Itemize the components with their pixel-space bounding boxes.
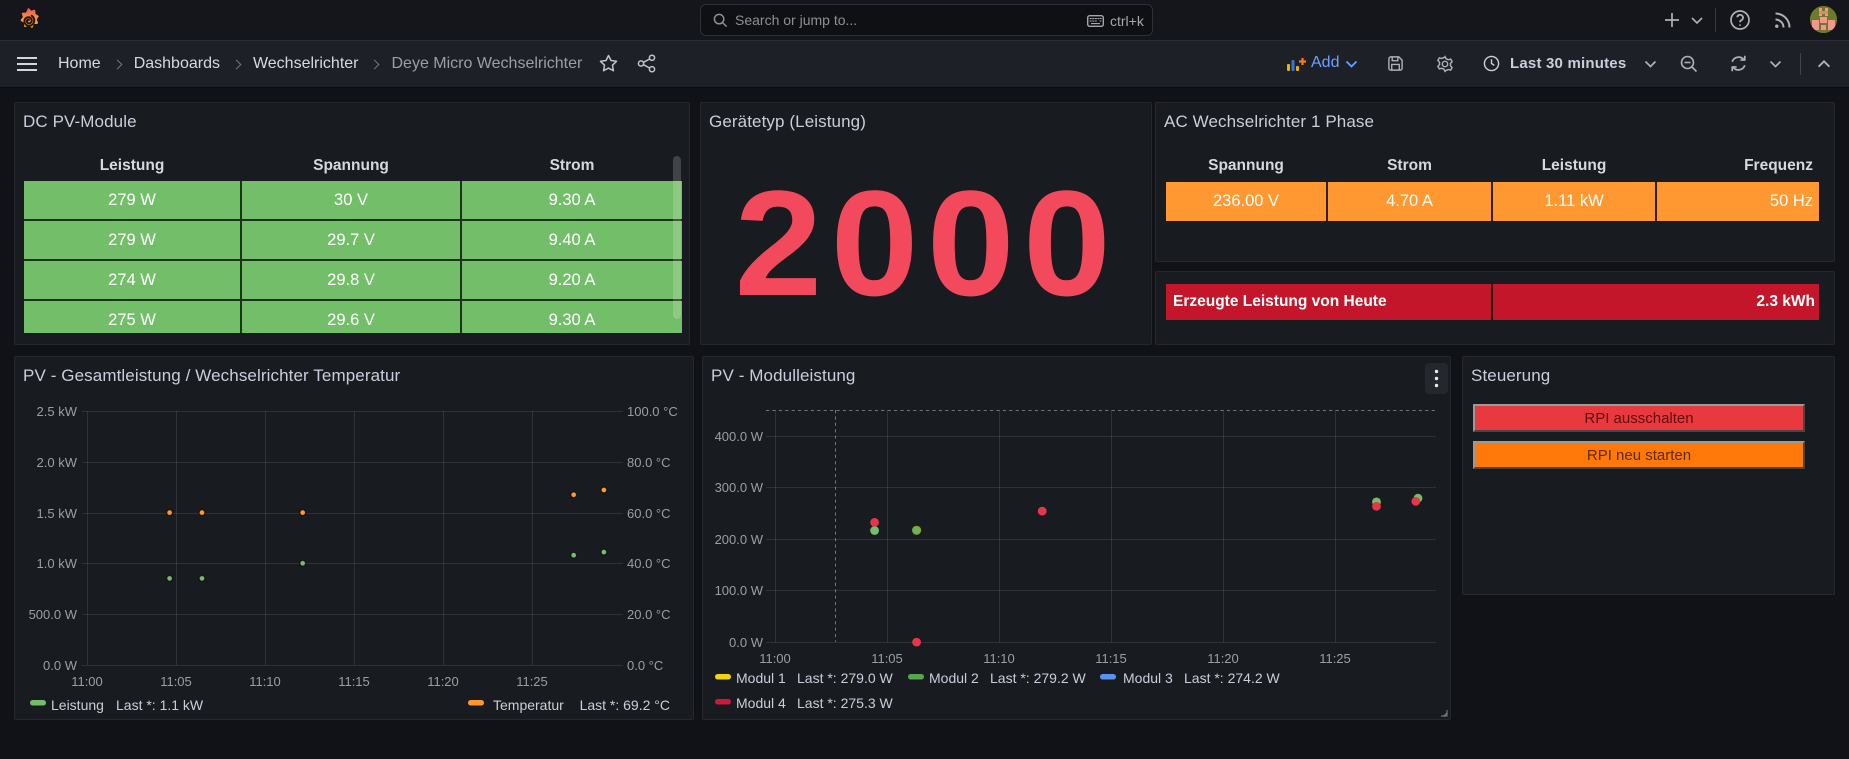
svg-text:0.0 W: 0.0 W bbox=[729, 635, 764, 650]
svg-text:100.0 °C: 100.0 °C bbox=[627, 404, 678, 419]
svg-text:11:00: 11:00 bbox=[759, 651, 791, 666]
svg-text:11:00: 11:00 bbox=[71, 674, 103, 689]
svg-text:2.5 kW: 2.5 kW bbox=[37, 404, 78, 419]
svg-text:Modul 2: Modul 2 bbox=[929, 670, 979, 686]
svg-text:Last *: 274.2 W: Last *: 274.2 W bbox=[1184, 670, 1281, 686]
svg-text:Modul 3: Modul 3 bbox=[1123, 670, 1173, 686]
svg-text:Last *: 69.2 °C: Last *: 69.2 °C bbox=[580, 697, 670, 713]
svg-text:0.0 W: 0.0 W bbox=[43, 658, 78, 673]
svg-text:Last *: 279.2 W: Last *: 279.2 W bbox=[990, 670, 1087, 686]
svg-text:60.0 °C: 60.0 °C bbox=[627, 506, 671, 521]
svg-text:11:15: 11:15 bbox=[338, 674, 370, 689]
svg-text:2.0 kW: 2.0 kW bbox=[37, 455, 78, 470]
svg-text:11:10: 11:10 bbox=[983, 651, 1015, 666]
svg-text:40.0 °C: 40.0 °C bbox=[627, 556, 671, 571]
svg-text:Last *: 1.1 kW: Last *: 1.1 kW bbox=[116, 697, 204, 713]
svg-text:300.0 W: 300.0 W bbox=[715, 480, 764, 495]
svg-text:Last *: 275.3 W: Last *: 275.3 W bbox=[797, 695, 894, 711]
svg-text:0.0 °C: 0.0 °C bbox=[627, 658, 663, 673]
svg-text:11:15: 11:15 bbox=[1095, 651, 1127, 666]
svg-text:Temperatur: Temperatur bbox=[493, 697, 564, 713]
svg-text:11:20: 11:20 bbox=[427, 674, 459, 689]
svg-text:Modul 4: Modul 4 bbox=[736, 695, 786, 711]
svg-text:11:05: 11:05 bbox=[871, 651, 903, 666]
svg-text:11:05: 11:05 bbox=[160, 674, 192, 689]
svg-text:Leistung: Leistung bbox=[51, 697, 104, 713]
svg-text:11:20: 11:20 bbox=[1207, 651, 1239, 666]
svg-text:100.0 W: 100.0 W bbox=[715, 583, 764, 598]
svg-text:11:25: 11:25 bbox=[1319, 651, 1351, 666]
svg-text:80.0 °C: 80.0 °C bbox=[627, 455, 671, 470]
svg-text:1.5 kW: 1.5 kW bbox=[37, 506, 78, 521]
svg-text:20.0 °C: 20.0 °C bbox=[627, 607, 671, 622]
svg-text:1.0 kW: 1.0 kW bbox=[37, 556, 78, 571]
svg-text:200.0 W: 200.0 W bbox=[715, 532, 764, 547]
svg-text:Last *: 279.0 W: Last *: 279.0 W bbox=[797, 670, 894, 686]
svg-text:500.0 W: 500.0 W bbox=[29, 607, 78, 622]
svg-text:11:10: 11:10 bbox=[249, 674, 281, 689]
svg-text:11:25: 11:25 bbox=[516, 674, 548, 689]
svg-text:400.0 W: 400.0 W bbox=[715, 429, 764, 444]
svg-text:Modul 1: Modul 1 bbox=[736, 670, 786, 686]
